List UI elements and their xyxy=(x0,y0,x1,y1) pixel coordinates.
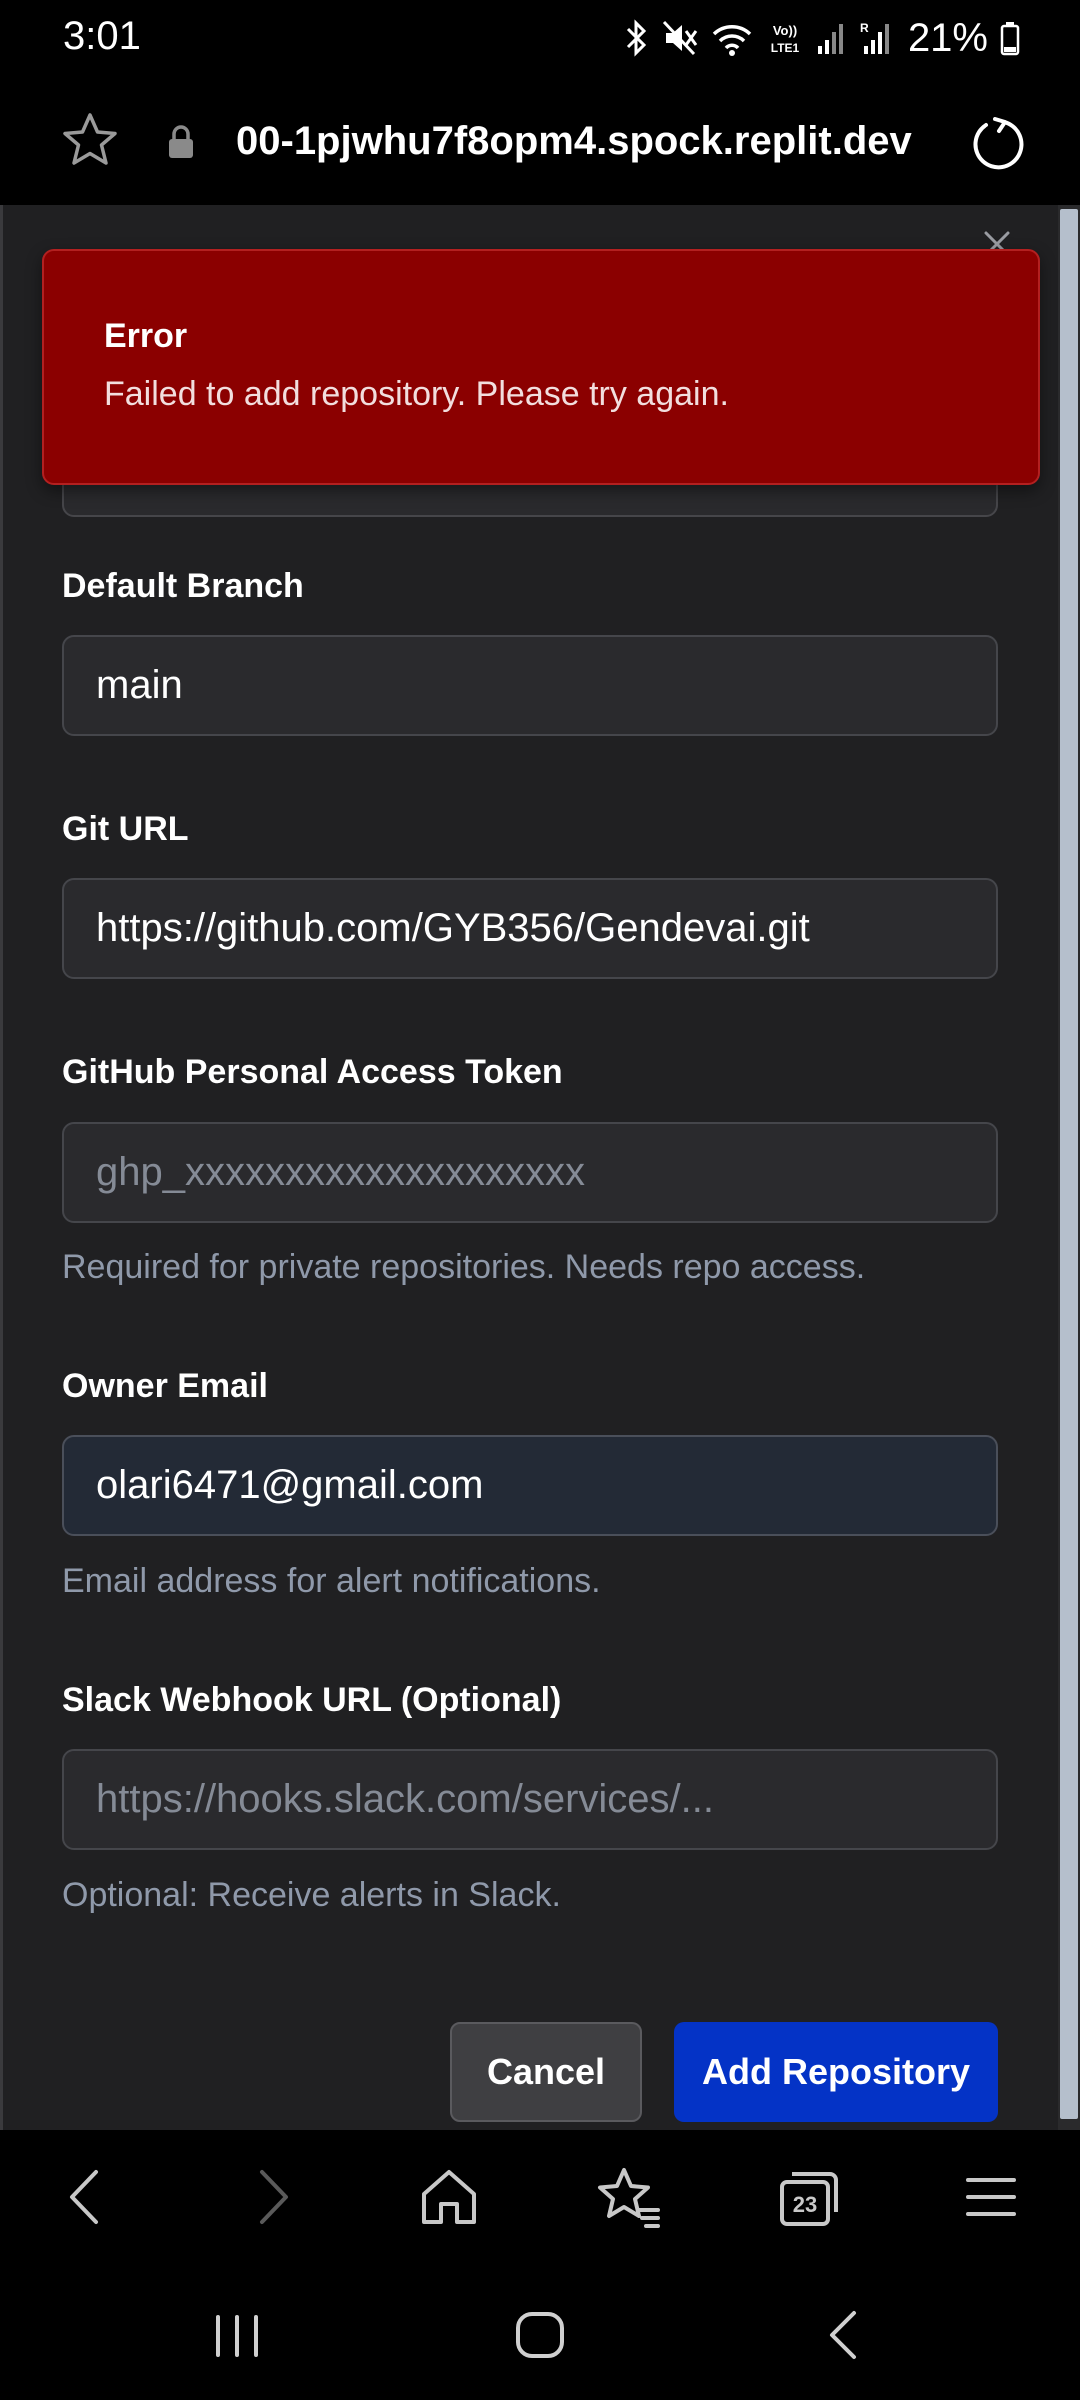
system-nav xyxy=(0,2265,1080,2400)
scrollbar-thumb[interactable] xyxy=(1060,209,1078,2119)
error-toast: Error Failed to add repository. Please t… xyxy=(42,249,1040,485)
git-url-input[interactable]: https://github.com/GYB356/Gendevai.git xyxy=(62,878,998,979)
reload-icon[interactable] xyxy=(970,116,1026,172)
token-label: GitHub Personal Access Token xyxy=(62,1053,563,1091)
svg-text:LTE1: LTE1 xyxy=(771,41,800,55)
browser-bottom-nav: 23 xyxy=(0,2130,1080,2265)
default-branch-label: Default Branch xyxy=(62,567,304,605)
owner-email-hint: Email address for alert notifications. xyxy=(62,1562,601,1600)
token-input[interactable]: ghp_xxxxxxxxxxxxxxxxxxxx xyxy=(62,1122,998,1223)
signal-icon xyxy=(817,24,843,54)
svg-text:Vo)): Vo)) xyxy=(773,23,797,38)
bookmark-star-icon[interactable] xyxy=(60,110,120,170)
bluetooth-icon xyxy=(626,19,647,57)
forward-icon[interactable] xyxy=(236,2162,306,2232)
cancel-button[interactable]: Cancel xyxy=(450,2022,642,2122)
system-back-icon[interactable] xyxy=(808,2305,878,2365)
home-icon[interactable] xyxy=(414,2162,484,2232)
wifi-icon xyxy=(712,25,752,56)
slack-webhook-input[interactable]: https://hooks.slack.com/services/... xyxy=(62,1749,998,1850)
volte-icon: Vo)) LTE1 xyxy=(771,23,800,55)
token-hint: Required for private repositories. Needs… xyxy=(62,1248,866,1286)
recents-icon[interactable] xyxy=(202,2305,272,2365)
tabs-icon[interactable]: 23 xyxy=(774,2162,844,2232)
scrollbar[interactable] xyxy=(1058,205,1080,2130)
status-icons: Vo)) LTE1 R 21% xyxy=(624,16,1020,60)
signal-r-icon: R xyxy=(860,21,889,54)
slack-webhook-hint: Optional: Receive alerts in Slack. xyxy=(62,1876,561,1914)
tab-count: 23 xyxy=(793,2192,817,2217)
browser-toolbar: 00-1pjwhu7f8opm4.spock.replit.dev xyxy=(0,80,1080,205)
git-url-label: Git URL xyxy=(62,810,189,848)
url-text: 00-1pjwhu7f8opm4.spock.replit.dev xyxy=(236,119,912,163)
menu-icon[interactable] xyxy=(956,2162,1026,2232)
battery-percent: 21% xyxy=(907,15,988,60)
default-branch-input[interactable]: main xyxy=(62,635,998,736)
back-icon[interactable] xyxy=(52,2162,122,2232)
bookmarks-icon[interactable] xyxy=(594,2162,664,2232)
page-edge xyxy=(0,205,3,2130)
home-button-icon[interactable] xyxy=(505,2305,575,2365)
owner-email-input[interactable]: olari6471@gmail.com xyxy=(62,1435,998,1536)
lock-icon xyxy=(169,125,193,158)
mute-icon xyxy=(662,20,698,56)
battery-icon xyxy=(1000,22,1020,56)
status-time: 3:01 xyxy=(63,14,141,58)
error-toast-title: Error xyxy=(104,317,188,355)
slack-webhook-label: Slack Webhook URL (Optional) xyxy=(62,1681,562,1719)
svg-text:R: R xyxy=(860,21,869,35)
page-content: Default Branch main Git URL https://gith… xyxy=(0,205,1080,2130)
add-repository-button[interactable]: Add Repository xyxy=(674,2022,998,2122)
error-toast-message: Failed to add repository. Please try aga… xyxy=(104,375,729,413)
url-bar[interactable]: 00-1pjwhu7f8opm4.spock.replit.dev xyxy=(236,114,922,174)
status-bar: 3:01 Vo)) LTE1 R 21% xyxy=(0,0,1080,80)
owner-email-label: Owner Email xyxy=(62,1367,268,1405)
